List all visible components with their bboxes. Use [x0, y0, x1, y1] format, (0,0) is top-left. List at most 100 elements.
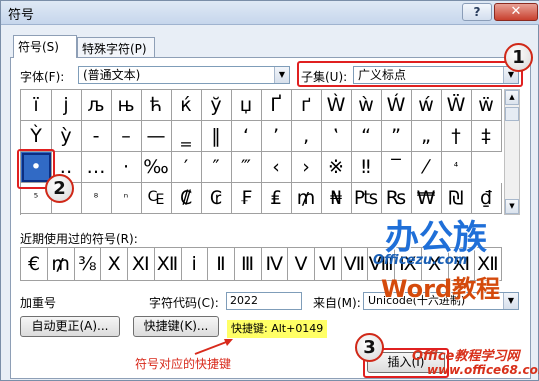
symbol-cell[interactable]: ₣ [231, 183, 262, 214]
help-button[interactable]: ? [462, 3, 492, 21]
symbol-cell[interactable]: ₠ [141, 183, 172, 214]
font-select[interactable]: (普通文本) ▼ [78, 66, 290, 84]
recent-symbol-cell[interactable]: Ⅳ [261, 248, 289, 281]
recent-symbol-cell[interactable]: Ⅱ [207, 248, 235, 281]
recent-symbol-cell[interactable]: Ⅶ [341, 248, 369, 281]
recent-symbol-cell[interactable]: ⅰ [181, 248, 209, 281]
symbol-cell[interactable]: ‘ [231, 121, 262, 152]
symbol-grid-scrollbar[interactable]: ▲ ▼ [504, 89, 520, 215]
recent-symbol-cell[interactable]: ₥ [47, 248, 75, 281]
symbol-cell[interactable]: † [441, 121, 472, 152]
symbol-cell[interactable]: – [111, 121, 142, 152]
symbol-cell[interactable]: ẅ [471, 90, 502, 121]
symbol-cell[interactable]: ќ [171, 90, 202, 121]
char-code-label: 字符代码(C): [149, 296, 219, 310]
shortcut-key-text: 快捷键: Alt+0149 [227, 320, 328, 338]
tab-special-characters[interactable]: 特殊字符(P) [77, 37, 155, 57]
symbol-cell[interactable]: ‐ [81, 121, 112, 152]
scroll-down-icon[interactable]: ▼ [505, 199, 519, 214]
shortcut-key-button[interactable]: 快捷键(K)... [133, 316, 219, 337]
callout-2: 2 [45, 174, 74, 203]
close-button[interactable]: ✕ [494, 3, 538, 21]
scroll-thumb[interactable] [505, 107, 519, 121]
watermark-office-brand: 办公族 [385, 218, 487, 258]
scroll-up-icon[interactable]: ▲ [505, 90, 519, 105]
tab-symbols[interactable]: 符号(S) [13, 35, 77, 58]
symbol-cell[interactable]: ‡ [471, 121, 502, 152]
symbol-cell[interactable]: ‖ [201, 121, 232, 152]
recent-symbol-cell[interactable]: Ⅹ [101, 248, 129, 281]
symbol-cell[interactable]: ⁴ [441, 152, 472, 183]
recent-symbol-cell[interactable]: € [21, 248, 48, 281]
symbol-cell[interactable]: ⁄ [411, 152, 442, 183]
recent-symbols-label: 近期使用过的符号(R): [20, 232, 138, 246]
watermark-study-url: www.office68.com [427, 363, 539, 377]
symbol-cell[interactable]: ‹ [261, 152, 292, 183]
symbol-cell[interactable]: љ [81, 90, 112, 121]
callout-1: 1 [504, 43, 533, 72]
symbol-cell[interactable]: ⁿ [111, 183, 142, 214]
symbol-cell[interactable]: ⁸ [81, 183, 112, 214]
recent-symbol-cell[interactable]: Ⅻ [154, 248, 182, 281]
title-bar: 符号 ? ✕ [1, 1, 539, 25]
recent-symbol-cell[interactable]: ⅜ [74, 248, 102, 281]
symbol-grid: ï j љ њ ћ ќ ў џ Ґґ Ẁẁ Ẃẃ Ẅẅ Ỳỳ ‐ – — ‗ ‖ ‘’ ‚ ‛ “” „ † ‡ • ‥… ‧ ‰ ′ ″ ‴… [20, 89, 502, 215]
symbol-cell[interactable]: Ẃ [381, 90, 412, 121]
symbol-cell[interactable]: ‧ [111, 152, 142, 183]
symbol-cell[interactable]: “ [351, 121, 382, 152]
symbol-cell[interactable]: ₧ [351, 183, 382, 214]
annotation-arrow-icon [194, 339, 233, 355]
recent-symbol-cell[interactable]: Ⅴ [288, 248, 315, 281]
symbol-cell[interactable]: › [291, 152, 322, 183]
symbol-cell[interactable]: ” [381, 121, 412, 152]
symbol-cell[interactable]: ћ [141, 90, 172, 121]
symbol-cell[interactable]: ‗ [171, 121, 202, 152]
char-code-field[interactable]: 2022 [226, 292, 302, 310]
symbol-cell[interactable]: „ [411, 121, 442, 152]
chevron-down-icon[interactable]: ▼ [274, 67, 289, 83]
symbol-cell[interactable]: ẃ [411, 90, 442, 121]
symbol-cell[interactable]: Ґ [261, 90, 292, 121]
symbol-cell[interactable]: Ẅ [441, 90, 472, 121]
symbol-cell[interactable]: Ẁ [321, 90, 352, 121]
symbol-cell[interactable]: ‴ [231, 152, 262, 183]
symbol-name: 加重号 [20, 296, 57, 310]
callout-3: 3 [355, 333, 384, 362]
symbol-cell[interactable]: ẁ [351, 90, 382, 121]
chevron-down-icon[interactable]: ▼ [503, 293, 518, 309]
symbol-cell[interactable]: ₤ [261, 183, 292, 214]
recent-symbol-cell[interactable]: Ⅺ [127, 248, 155, 281]
dialog-title: 符号 [8, 8, 35, 23]
symbol-cell[interactable]: j [51, 90, 82, 121]
symbol-cell[interactable]: ў [201, 90, 232, 121]
symbol-cell[interactable]: ‼ [351, 152, 382, 183]
symbol-cell[interactable]: ỳ [51, 121, 82, 152]
symbol-cell[interactable]: ‰ [141, 152, 172, 183]
symbol-cell[interactable]: ₦ [321, 183, 352, 214]
symbol-cell[interactable]: — [141, 121, 172, 152]
watermark-word-tutorial: Word教程 [381, 275, 501, 303]
font-label: 字体(F): [20, 70, 65, 84]
recent-symbol-cell[interactable]: Ⅵ [314, 248, 342, 281]
symbol-cell[interactable]: ‚ [291, 121, 322, 152]
symbol-cell[interactable]: ₥ [291, 183, 322, 214]
symbol-cell[interactable]: џ [231, 90, 262, 121]
symbol-cell[interactable]: ‛ [321, 121, 352, 152]
symbol-cell[interactable]: ※ [321, 152, 352, 183]
symbol-cell[interactable]: … [81, 152, 112, 183]
watermark-study-site: Office教程学习网 [412, 349, 520, 364]
from-label: 来自(M): [313, 296, 361, 310]
symbol-cell[interactable]: ï [21, 90, 52, 121]
recent-symbol-cell[interactable]: Ⅲ [234, 248, 262, 281]
font-value: (普通文本) [83, 68, 141, 82]
symbol-cell[interactable]: ’ [261, 121, 292, 152]
symbol-cell[interactable]: њ [111, 90, 142, 121]
symbol-cell[interactable]: ґ [291, 90, 322, 121]
symbol-cell[interactable]: ₢ [201, 183, 232, 214]
autocorrect-button[interactable]: 自动更正(A)... [20, 316, 120, 337]
symbol-cell[interactable]: ″ [201, 152, 232, 183]
symbol-cell[interactable]: ₡ [171, 183, 202, 214]
symbol-cell[interactable]: ′ [171, 152, 202, 183]
symbol-cell[interactable]: ‾ [381, 152, 412, 183]
symbol-cell[interactable]: Ỳ [21, 121, 52, 152]
